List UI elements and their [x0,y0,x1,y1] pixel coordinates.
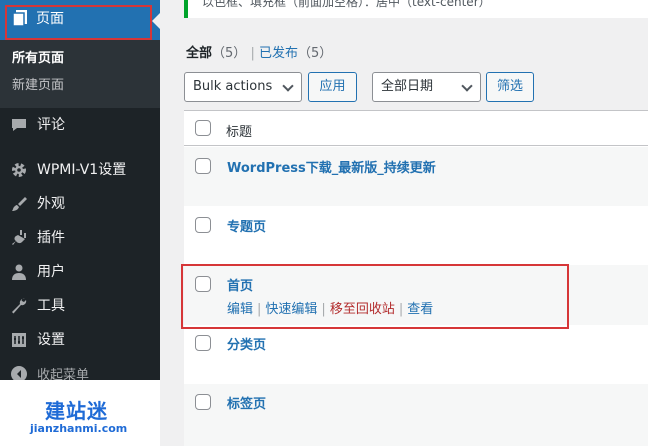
pages-table: 标题 WordPress下载_最新版_持续更新 专题页 首页 编辑 | 快速编辑 | 移… [184,110,648,446]
quick-edit-link[interactable]: 快速编辑 [265,302,317,317]
row-checkbox[interactable] [195,276,211,292]
filter-separator: | [250,46,255,61]
action-separator: | [321,302,326,317]
sidebar-item-tools[interactable]: 工具 [0,289,160,323]
submenu-all-pages[interactable]: 所有页面 [12,51,64,67]
pages-submenu: 所有页面 新建页面 [0,40,160,108]
table-row: 分类页 [184,325,648,384]
current-menu-arrow [152,13,160,29]
row-title-link[interactable]: 首页 [227,275,253,294]
sidebar-item-label: 工具 [37,298,65,314]
bulk-actions-value: Bulk actions [193,79,273,94]
row-title-link[interactable]: WordPress下载_最新版_持续更新 [227,157,436,176]
sidebar-item-label: 页面 [36,11,64,27]
main-content: 以色框、填充框（前面加空格）：居中（text-center） 全部（5） | 已… [160,0,648,446]
filter-all-count: （5） [212,46,247,61]
sidebar-item-plugins[interactable]: 插件 [0,221,160,255]
row-title-link[interactable]: 标签页 [227,393,266,412]
table-row: 标签页 [184,384,648,446]
filter-all[interactable]: 全部 [186,46,212,61]
status-filter-links: 全部（5） | 已发布（5） [186,45,332,63]
notice-banner: 以色框、填充框（前面加空格）：居中（text-center） [184,0,648,18]
apply-button[interactable]: 应用 [308,72,357,102]
trash-link[interactable]: 移至回收站 [330,302,395,317]
row-checkbox[interactable] [195,158,211,174]
comment-icon [10,116,28,134]
filter-button[interactable]: 筛选 [486,72,534,102]
sidebar-item-label: 插件 [37,230,65,246]
watermark: 建站迷 jianzhanmi.com [0,380,160,446]
user-icon [10,263,28,281]
sidebar-item-label: 用户 [37,264,65,280]
settings-icon [10,331,28,349]
watermark-title: 建站迷 [45,399,108,423]
admin-sidebar: 页面 所有页面 新建页面 评论 WPMI-V1设置 外观 插件 用户 工具 设置… [0,0,160,446]
chevron-down-icon [461,80,473,92]
sidebar-item-label: 设置 [37,332,65,348]
row-checkbox[interactable] [195,217,211,233]
select-all-checkbox[interactable] [195,120,211,136]
sidebar-item-pages[interactable]: 页面 [0,0,160,40]
date-filter-value: 全部日期 [381,79,434,94]
view-link[interactable]: 查看 [407,302,433,317]
sidebar-item-comments[interactable]: 评论 [0,108,160,142]
sidebar-item-appearance[interactable]: 外观 [0,187,160,221]
filter-published[interactable]: 已发布 [259,46,298,61]
action-separator: | [257,302,262,317]
sidebar-item-users[interactable]: 用户 [0,255,160,289]
action-separator: | [398,302,404,317]
pages-icon [10,8,30,28]
row-actions: 编辑 | 快速编辑 | 移至回收站 | 查看 [227,298,433,317]
sidebar-item-settings[interactable]: 设置 [0,323,160,357]
sidebar-item-label: 评论 [37,117,65,133]
row-title-link[interactable]: 专题页 [227,216,266,235]
sidebar-item-label: 外观 [37,196,65,212]
table-row: 首页 编辑 | 快速编辑 | 移至回收站 | 查看 [184,265,648,325]
submenu-add-new-page[interactable]: 新建页面 [12,78,64,94]
table-header: 标题 [184,111,648,146]
column-header-title[interactable]: 标题 [226,121,252,140]
row-title-link[interactable]: 分类页 [227,334,266,353]
filter-published-count: （5） [297,46,333,61]
watermark-url: jianzhanmi.com [30,422,128,435]
plugin-icon [10,229,28,247]
table-row: 专题页 [184,206,648,265]
bulk-actions-select[interactable]: Bulk actions [184,72,302,102]
paintbrush-icon [10,195,28,213]
notice-text: 以色框、填充框（前面加空格）：居中（text-center） [202,0,491,9]
table-row: WordPress下载_最新版_持续更新 [184,147,648,206]
row-checkbox[interactable] [195,394,211,410]
chevron-down-icon [282,80,294,92]
date-filter-select[interactable]: 全部日期 [372,72,481,102]
collapse-menu-button[interactable]: 收起菜单 [0,358,160,383]
sidebar-item-label: WPMI-V1设置 [37,162,127,178]
gear-icon [10,161,28,179]
wrench-icon [10,297,28,315]
edit-link[interactable]: 编辑 [227,302,253,317]
sidebar-item-wpmi-settings[interactable]: WPMI-V1设置 [0,153,160,187]
row-checkbox[interactable] [195,335,211,351]
